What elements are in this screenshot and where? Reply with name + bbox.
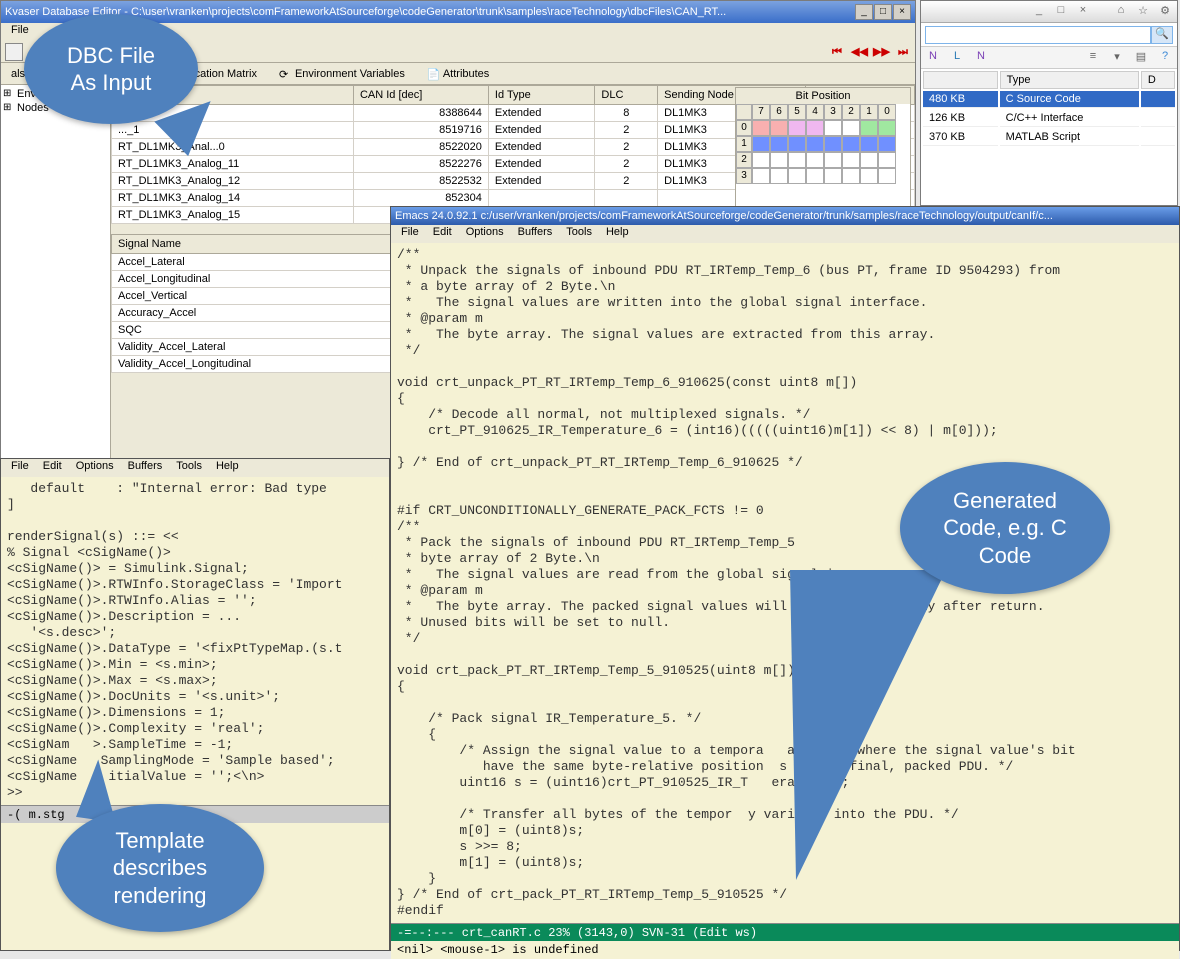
close-button[interactable]: ×: [893, 4, 911, 20]
menu-file[interactable]: File: [5, 23, 35, 41]
menu-help[interactable]: Help: [600, 225, 635, 243]
help-icon[interactable]: ?: [1157, 50, 1173, 66]
menu-file[interactable]: File: [5, 459, 35, 477]
bit-position-panel: Bit Position 765432100123: [735, 87, 911, 217]
nav-next-icon[interactable]: ▶▶: [873, 44, 889, 60]
file-row[interactable]: 480 KBC Source Code: [923, 91, 1175, 108]
chevron-down-icon[interactable]: ▾: [1109, 50, 1125, 66]
menu-buffers[interactable]: Buffers: [122, 459, 169, 477]
menu-help[interactable]: Help: [210, 459, 245, 477]
gear-icon[interactable]: ⚙: [1157, 4, 1173, 20]
column-header[interactable]: DLC: [595, 86, 658, 105]
callout-tail-3: [790, 570, 946, 880]
search-button[interactable]: 🔍: [1151, 26, 1173, 44]
l-icon[interactable]: L: [949, 50, 965, 66]
menu-file[interactable]: File: [395, 225, 425, 243]
callout-generated-code: Generated Code, e.g. C Code: [900, 462, 1110, 594]
preview-pane-icon[interactable]: ▤: [1133, 50, 1149, 66]
tab-attributes[interactable]: 📄Attributes: [421, 66, 495, 82]
menu-options[interactable]: Options: [70, 459, 120, 477]
emacs-right-minibuf: <nil> <mouse-1> is undefined: [391, 941, 1179, 959]
column-header[interactable]: D: [1141, 71, 1175, 89]
emacs-right-titlebar[interactable]: Emacs 24.0.92.1 c:/user/vranken/projects…: [391, 207, 1179, 225]
n-icon-2[interactable]: N: [973, 50, 989, 66]
file-list[interactable]: TypeD 480 KBC Source Code 126 KBC/C++ Int…: [921, 69, 1177, 148]
search-input[interactable]: [925, 26, 1151, 44]
tool-icon[interactable]: [5, 43, 23, 61]
menu-tools[interactable]: Tools: [560, 225, 598, 243]
emacs-left-code[interactable]: default : "Internal error: Bad type ] re…: [1, 477, 389, 805]
bitpos-title: Bit Position: [736, 88, 910, 104]
emacs-right-modeline: -=--:--- crt_canRT.c 23% (3143,0) SVN-31…: [391, 923, 1179, 941]
nav-prev-icon[interactable]: ◀◀: [851, 44, 867, 60]
tree-panel[interactable]: Environm Nodes: [1, 85, 111, 459]
explorer-window: _ □ × ⌂ ☆ ⚙ 🔍 N L N ≡ ▾ ▤ ? TypeD 480 KB…: [920, 0, 1178, 206]
callout-dbc-input: DBC File As Input: [24, 14, 198, 124]
file-row[interactable]: 370 KBMATLAB Script: [923, 129, 1175, 146]
env-icon: ⟳: [279, 68, 291, 80]
file-row[interactable]: 126 KBC/C++ Interface: [923, 110, 1175, 127]
attr-icon: 📄: [427, 68, 439, 80]
emacs-right-title: Emacs 24.0.92.1 c:/user/vranken/projects…: [395, 210, 1053, 222]
explorer-titlebar[interactable]: _ □ × ⌂ ☆ ⚙: [921, 1, 1177, 23]
maximize-icon[interactable]: □: [1053, 4, 1069, 20]
menu-tools[interactable]: Tools: [170, 459, 208, 477]
emacs-right-menu: FileEditOptionsBuffersToolsHelp: [391, 225, 1179, 243]
explorer-view-toolbar: N L N ≡ ▾ ▤ ?: [921, 47, 1177, 69]
column-header[interactable]: [923, 71, 998, 89]
menu-buffers[interactable]: Buffers: [512, 225, 559, 243]
tab-env-vars[interactable]: ⟳Environment Variables: [273, 66, 411, 82]
n-icon-1[interactable]: N: [925, 50, 941, 66]
emacs-left-menu: FileEditOptionsBuffersToolsHelp: [1, 459, 389, 477]
menu-edit[interactable]: Edit: [427, 225, 458, 243]
callout-template: Template describes rendering: [56, 804, 264, 932]
maximize-button[interactable]: □: [874, 4, 892, 20]
minimize-icon[interactable]: _: [1031, 4, 1047, 20]
view-list-icon[interactable]: ≡: [1085, 50, 1101, 66]
column-header[interactable]: Id Type: [488, 86, 595, 105]
minimize-button[interactable]: _: [855, 4, 873, 20]
menu-edit[interactable]: Edit: [37, 459, 68, 477]
nav-first-icon[interactable]: ⏮: [829, 44, 845, 60]
column-header[interactable]: Type: [1000, 71, 1139, 89]
close-icon[interactable]: ×: [1075, 4, 1091, 20]
menu-options[interactable]: Options: [460, 225, 510, 243]
star-icon[interactable]: ☆: [1135, 4, 1151, 20]
home-icon[interactable]: ⌂: [1113, 4, 1129, 20]
explorer-search-row: 🔍: [921, 23, 1177, 47]
nav-last-icon[interactable]: ⏭: [895, 44, 911, 60]
column-header[interactable]: CAN Id [dec]: [353, 86, 488, 105]
